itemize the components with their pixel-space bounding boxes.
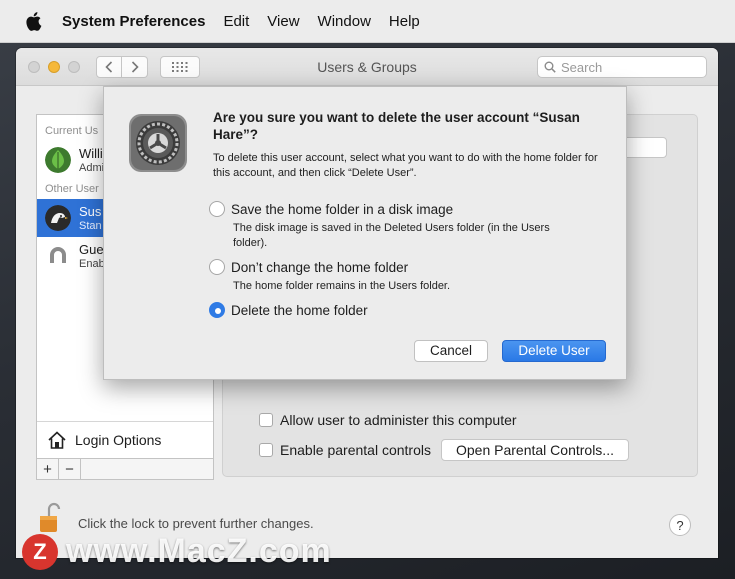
watermark: Z www.MacZ.com	[22, 532, 332, 571]
dialog-title: Are you sure you want to delete the user…	[213, 110, 580, 142]
eagle-avatar-icon	[45, 205, 71, 231]
guest-avatar-icon	[50, 247, 66, 263]
login-options-item[interactable]: Login Options	[37, 421, 213, 457]
search-placeholder: Search	[561, 59, 603, 75]
remove-user-button[interactable]: −	[59, 459, 81, 479]
delete-user-dialog: Are you sure you want to delete the user…	[103, 86, 627, 380]
guest-user-name: Gue	[79, 242, 104, 257]
watermark-logo-icon: Z	[22, 533, 58, 570]
parental-controls-checkbox[interactable]	[259, 443, 273, 457]
guest-user-status: Enab	[79, 258, 105, 270]
system-preferences-gear-icon	[129, 114, 187, 172]
lock-message: Click the lock to prevent further change…	[78, 516, 314, 531]
save-disk-image-description: The disk image is saved in the Deleted U…	[233, 222, 550, 249]
lock-icon[interactable]	[36, 502, 66, 536]
susan-user-name: Sus	[79, 204, 102, 219]
help-button[interactable]: ?	[669, 514, 691, 536]
menu-window[interactable]: Window	[318, 13, 371, 30]
allow-admin-row[interactable]: Allow user to administer this computer	[259, 412, 517, 428]
watermark-text: www.MacZ.com	[66, 532, 332, 570]
search-icon	[544, 61, 556, 73]
menu-help[interactable]: Help	[389, 13, 420, 30]
menu-bar: System Preferences Edit View Window Help	[0, 0, 735, 43]
open-parental-controls-button[interactable]: Open Parental Controls...	[441, 439, 629, 461]
add-remove-bar: + −	[36, 458, 214, 480]
delete-user-button[interactable]: Delete User	[502, 340, 606, 362]
parental-controls-row[interactable]: Enable parental controls	[259, 442, 431, 458]
apple-menu-icon[interactable]	[26, 11, 44, 31]
current-user-section-label: Current Us	[45, 125, 99, 137]
search-field[interactable]: Search	[537, 56, 707, 78]
dont-change-radio[interactable]	[209, 259, 225, 275]
save-disk-image-radio[interactable]	[209, 201, 225, 217]
delete-home-label: Delete the home folder	[231, 302, 368, 318]
susan-user-role: Stan	[79, 220, 102, 232]
leaf-avatar-icon	[45, 147, 71, 173]
house-icon	[48, 430, 66, 449]
save-disk-image-label: Save the home folder in a disk image	[231, 201, 454, 217]
option-save-disk-image[interactable]: Save the home folder in a disk image	[209, 201, 453, 217]
delete-home-radio[interactable]	[209, 302, 225, 318]
parental-controls-label: Enable parental controls	[280, 442, 431, 458]
option-dont-change[interactable]: Don’t change the home folder	[209, 259, 408, 275]
allow-admin-label: Allow user to administer this computer	[280, 412, 517, 428]
dialog-description: To delete this user account, select what…	[213, 152, 598, 179]
title-bar: Users & Groups Search	[16, 48, 718, 86]
add-user-button[interactable]: +	[37, 459, 59, 479]
current-user-name: Willi	[79, 146, 103, 161]
other-users-section-label: Other User	[45, 183, 99, 195]
dont-change-label: Don’t change the home folder	[231, 259, 409, 275]
cancel-button[interactable]: Cancel	[414, 340, 488, 362]
dont-change-description: The home folder remains in the Users fol…	[233, 280, 451, 292]
menu-view[interactable]: View	[267, 13, 299, 30]
menu-app-name[interactable]: System Preferences	[62, 13, 205, 30]
allow-admin-checkbox[interactable]	[259, 413, 273, 427]
menu-edit[interactable]: Edit	[223, 13, 249, 30]
login-options-label: Login Options	[75, 431, 162, 448]
option-delete-home[interactable]: Delete the home folder	[209, 302, 368, 318]
current-user-role: Admi	[79, 162, 105, 174]
